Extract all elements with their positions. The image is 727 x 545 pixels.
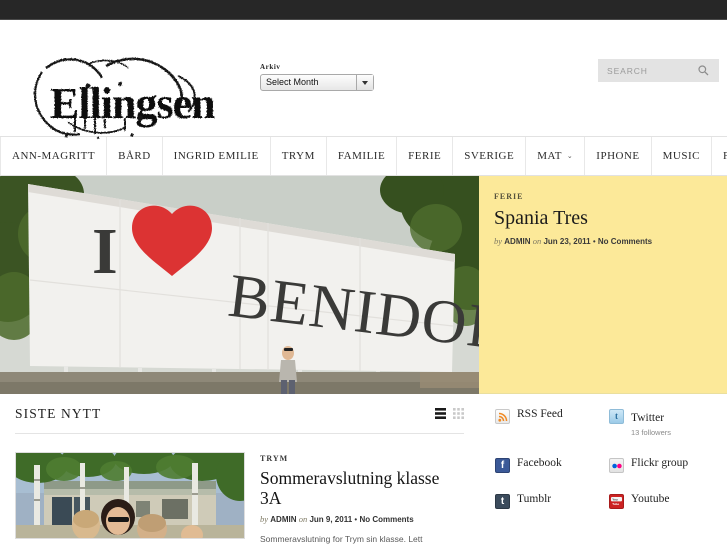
post-excerpt: Sommeravslutning for Trym sin klasse. Le… — [260, 534, 423, 545]
svg-text:I: I — [92, 215, 118, 288]
nav-label: BÅRD — [118, 150, 151, 162]
section-header: SISTE NYTT — [15, 394, 464, 434]
nav-label: INGRID EMILIE — [173, 150, 259, 162]
nav-label: MAT — [537, 150, 562, 162]
meta-by-label: by — [260, 514, 269, 525]
svg-text:Tube: Tube — [612, 502, 619, 506]
post-body: TRYM Sommeravslutning klasse 3A by ADMIN… — [260, 452, 464, 545]
social-link-youtube[interactable]: You Tube Youtube — [609, 493, 715, 509]
site-header: Ellingsen Arkiv Select Month — [0, 20, 727, 140]
nav-item-bard[interactable]: BÅRD — [107, 137, 163, 175]
flickr-icon — [609, 458, 624, 473]
nav-label: IPHONE — [596, 150, 640, 162]
grid-view-icon[interactable] — [453, 408, 464, 419]
archive-label: Arkiv — [260, 63, 281, 71]
meta-comments[interactable]: No Comments — [598, 237, 652, 246]
social-links-sidebar: RSS Feed t Twitter 13 followers f Facebo… — [479, 394, 727, 544]
meta-separator: • — [592, 237, 596, 246]
youtube-icon: You Tube — [609, 494, 624, 509]
featured-category[interactable]: FERIE — [494, 192, 712, 201]
featured-post-panel: FERIE Spania Tres by ADMIN on Jun 23, 20… — [479, 176, 727, 394]
svg-text:You: You — [612, 497, 618, 501]
nav-item-familie[interactable]: FAMILIE — [327, 137, 398, 175]
social-label: Flickr group — [631, 457, 689, 469]
post-thumbnail[interactable] — [15, 452, 245, 539]
archive-selected-value: Select Month — [266, 77, 319, 87]
meta-comments[interactable]: No Comments — [359, 515, 413, 524]
social-link-facebook[interactable]: f Facebook — [495, 457, 601, 473]
nav-label: TRYM — [281, 150, 315, 162]
post-title[interactable]: Sommeravslutning klasse 3A — [260, 468, 464, 508]
lower-area: SISTE NYTT TRYM Sommeravslutning klasse … — [0, 394, 727, 544]
nav-label: MUSIC — [662, 150, 700, 162]
rss-icon — [495, 409, 510, 424]
archive-widget: Arkiv Select Month — [260, 63, 380, 91]
social-label: Twitter — [631, 412, 665, 424]
meta-date: Jun 23, 2011 — [543, 237, 591, 246]
list-view-icon[interactable] — [435, 408, 446, 419]
post-category[interactable]: TRYM — [260, 454, 464, 463]
twitter-followers: 13 followers — [631, 428, 672, 437]
nav-item-ann-magritt[interactable]: ANN-MAGRITT — [0, 137, 108, 175]
archive-month-select[interactable]: Select Month — [260, 74, 374, 91]
top-bar — [0, 0, 727, 20]
post-list-item: TRYM Sommeravslutning klasse 3A by ADMIN… — [15, 434, 464, 545]
nav-label: SVERIGE — [464, 150, 515, 162]
site-logo[interactable]: Ellingsen — [28, 56, 228, 142]
view-toggle-group — [435, 408, 464, 419]
nav-item-iphone[interactable]: IPHONE — [585, 137, 652, 175]
meta-by-label: by — [494, 236, 503, 246]
meta-separator: • — [354, 515, 358, 525]
main-navigation: ANN-MAGRITT BÅRD INGRID EMILIE TRYM FAMI… — [0, 136, 727, 176]
social-link-tumblr[interactable]: t Tumblr — [495, 493, 601, 509]
meta-author[interactable]: ADMIN — [504, 237, 530, 246]
facebook-icon: f — [495, 458, 510, 473]
nav-item-ingrid-emilie[interactable]: INGRID EMILIE — [163, 137, 271, 175]
social-text-block: Twitter 13 followers — [631, 408, 671, 437]
meta-on-label: on — [532, 236, 542, 246]
nav-label: FOTO — [722, 150, 727, 162]
post-meta: by ADMIN on Jun 9, 2011 • No Comments — [260, 514, 464, 524]
twitter-icon: t — [609, 409, 624, 424]
search-icon[interactable] — [694, 65, 712, 76]
social-label: Tumblr — [517, 493, 552, 505]
chevron-down-icon: ⌄ — [566, 151, 574, 160]
chevron-down-icon[interactable] — [356, 75, 373, 90]
social-link-twitter[interactable]: t Twitter 13 followers — [609, 408, 715, 437]
nav-item-mat[interactable]: MAT ⌄ — [526, 137, 586, 175]
featured-image[interactable]: I BENIDORM — [0, 176, 479, 394]
nav-label: FERIE — [408, 150, 442, 162]
search-box[interactable] — [598, 59, 719, 82]
nav-label: ANN-MAGRITT — [12, 150, 96, 162]
social-label: RSS Feed — [517, 408, 563, 420]
latest-posts-column: SISTE NYTT TRYM Sommeravslutning klasse … — [0, 394, 479, 544]
section-title: SISTE NYTT — [15, 405, 102, 421]
social-label: Youtube — [631, 493, 670, 505]
meta-date: Jun 9, 2011 — [309, 515, 353, 525]
social-link-rss[interactable]: RSS Feed — [495, 408, 601, 437]
featured-meta: by ADMIN on Jun 23, 2011 • No Comments — [494, 236, 712, 246]
featured-title[interactable]: Spania Tres — [494, 207, 712, 229]
nav-item-sverige[interactable]: SVERIGE — [453, 137, 527, 175]
featured-row: I BENIDORM FERIE Spania Tres by ADMIN on… — [0, 176, 727, 394]
meta-author[interactable]: ADMIN — [270, 515, 296, 524]
social-link-flickr[interactable]: Flickr group — [609, 457, 715, 473]
nav-label: FAMILIE — [337, 150, 386, 162]
nav-item-ferie[interactable]: FERIE — [397, 137, 454, 175]
nav-item-trym[interactable]: TRYM — [271, 137, 327, 175]
social-grid: RSS Feed t Twitter 13 followers f Facebo… — [495, 408, 715, 509]
nav-item-music[interactable]: MUSIC — [652, 137, 712, 175]
search-input[interactable] — [598, 59, 694, 82]
social-label: Facebook — [517, 457, 562, 469]
nav-item-foto[interactable]: FOTO — [712, 137, 727, 175]
tumblr-icon: t — [495, 494, 510, 509]
meta-on-label: on — [298, 514, 308, 525]
